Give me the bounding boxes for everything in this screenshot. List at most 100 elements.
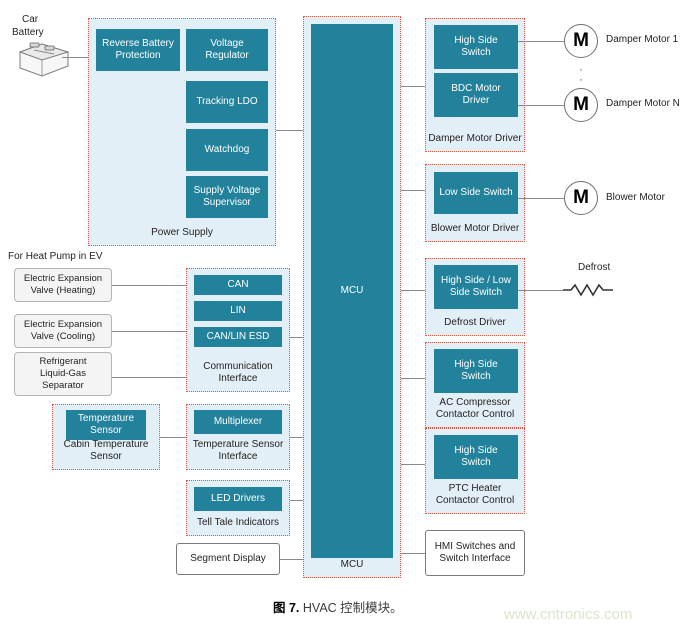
- block-tracking-ldo[interactable]: Tracking LDO: [186, 81, 268, 123]
- block-label: Low Side Switch: [439, 187, 513, 198]
- resistor-icon: [561, 281, 619, 304]
- wire-valve-cooling-to-comm: [112, 331, 186, 332]
- blower-motor-label: Blower Motor: [606, 192, 665, 203]
- block-reverse-battery-protection[interactable]: Reverse Battery Protection: [96, 29, 180, 71]
- wire-mcu-to-hmi-switches: [401, 553, 425, 554]
- panel-label-damper-motor-driver: Damper Motor Driver: [428, 133, 522, 144]
- panel-label-mcu: MCU: [340, 559, 364, 570]
- wire-mcu-to-ptc-heater: [401, 464, 425, 465]
- figure-caption: 图 7. HVAC 控制模块。: [273, 600, 403, 616]
- wire-damper-driver-to-motor-n: [518, 105, 565, 106]
- block-segment-display[interactable]: Segment Display: [176, 543, 280, 575]
- wire-defrost-driver-to-load: [518, 290, 563, 291]
- damper-motor-1-label: Damper Motor 1: [606, 34, 679, 45]
- block-label-line1: Voltage: [210, 38, 244, 49]
- motor-letter: M: [573, 94, 589, 115]
- block-can-lin-esd[interactable]: CAN/LIN ESD: [194, 327, 282, 347]
- damper-motor-n-symbol: M: [564, 88, 598, 122]
- input-refrigerant-liquid-gas-separator[interactable]: Refrigerant Liquid-Gas Separator: [14, 352, 112, 396]
- damper-motor-1-symbol: M: [564, 24, 598, 58]
- block-mcu[interactable]: MCU: [311, 24, 393, 558]
- car-battery-label-line1: Car: [22, 14, 39, 25]
- block-label-line1: High Side: [454, 359, 498, 370]
- block-supply-voltage-supervisor[interactable]: Supply Voltage Supervisor: [186, 176, 268, 218]
- block-led-drivers[interactable]: LED Drivers: [194, 487, 282, 511]
- panel-label-power-supply: Power Supply: [151, 227, 213, 238]
- block-label-line1: Temperature: [77, 413, 135, 424]
- input-label-line1: Refrigerant: [39, 356, 87, 367]
- block-label-line2: Switch: [461, 457, 491, 468]
- block-label-line1: BDC Motor: [451, 83, 501, 94]
- panel-label-temperature-sensor-interface-line1: Temperature Sensor: [192, 439, 284, 450]
- input-label-line2: Valve (Heating): [30, 285, 96, 296]
- input-label-line2: Valve (Cooling): [30, 331, 96, 342]
- panel-label-tell-tale-indicators: Tell Tale Indicators: [196, 517, 280, 528]
- ellipsis-dot-2: ·: [579, 74, 583, 86]
- watermark: www.cntronics.com: [504, 606, 633, 623]
- damper-motor-n-label: Damper Motor N: [606, 98, 680, 109]
- block-low-side-switch[interactable]: Low Side Switch: [434, 172, 518, 214]
- block-hmi-switches-and-switch-interface[interactable]: HMI Switches and Switch Interface: [425, 530, 525, 576]
- car-battery-icon: [12, 38, 74, 83]
- block-label-line2: Switch Interface: [439, 553, 511, 564]
- input-label-line2: Liquid-Gas: [40, 368, 86, 379]
- wire-mcu-to-blower-driver: [401, 190, 425, 191]
- block-label: MCU: [340, 285, 364, 296]
- block-lin[interactable]: LIN: [194, 301, 282, 321]
- block-voltage-regulator[interactable]: Voltage Regulator: [186, 29, 268, 71]
- block-label-line2: Sensor: [90, 425, 122, 436]
- panel-label-communication-interface-line1: Communication: [203, 361, 273, 372]
- input-label-line1: Electric Expansion: [23, 319, 103, 330]
- block-label-line1: Reverse Battery: [102, 38, 174, 49]
- panel-label-temperature-sensor-interface-line2: Interface: [218, 451, 258, 462]
- panel-label-ac-compressor-line2: Contactor Control: [435, 409, 515, 420]
- panel-label-ptc-heater-line1: PTC Heater: [448, 483, 502, 494]
- block-bdc-motor-driver[interactable]: BDC Motor Driver: [434, 73, 518, 117]
- wire-damper-driver-to-motor-1: [518, 41, 565, 42]
- wire-mcu-to-defrost-driver: [401, 290, 425, 291]
- block-temperature-sensor[interactable]: Temperature Sensor: [66, 410, 146, 440]
- block-label: LED Drivers: [211, 493, 265, 504]
- block-can[interactable]: CAN: [194, 275, 282, 295]
- wire-blower-driver-to-motor: [518, 198, 565, 199]
- block-label: LIN: [230, 305, 246, 316]
- figure-caption-text: HVAC 控制模块。: [302, 601, 403, 615]
- panel-label-cabin-temperature-sensor-line2: Sensor: [90, 451, 122, 462]
- input-electric-expansion-valve-heating[interactable]: Electric Expansion Valve (Heating): [14, 268, 112, 302]
- panel-label-cabin-temperature-sensor-line1: Cabin Temperature: [63, 439, 149, 450]
- wire-separator-to-comm: [112, 377, 186, 378]
- block-label-line1: High Side: [454, 445, 498, 456]
- input-label-line1: Electric Expansion: [23, 273, 103, 284]
- wire-mcu-to-ac-compressor: [401, 378, 425, 379]
- motor-letter: M: [573, 187, 589, 208]
- block-label-line1: Supply Voltage: [193, 185, 261, 196]
- block-label-line2: Switch: [461, 47, 491, 58]
- block-label: Watchdog: [204, 144, 250, 155]
- block-label-line2: Switch: [461, 371, 491, 382]
- block-label-line2: Supervisor: [203, 197, 251, 208]
- block-label-line2: Regulator: [205, 50, 249, 61]
- block-label: Segment Display: [190, 553, 266, 564]
- block-multiplexer[interactable]: Multiplexer: [194, 410, 282, 434]
- block-damper-high-side-switch[interactable]: High Side Switch: [434, 25, 518, 69]
- block-watchdog[interactable]: Watchdog: [186, 129, 268, 171]
- block-ac-compressor-high-side-switch[interactable]: High Side Switch: [434, 349, 518, 393]
- wire-valve-heating-to-comm: [112, 285, 186, 286]
- block-label: Multiplexer: [213, 416, 263, 427]
- block-ptc-heater-high-side-switch[interactable]: High Side Switch: [434, 435, 518, 479]
- hvac-block-diagram: Car Battery Power Supply Reverse Battery…: [0, 0, 698, 634]
- wire-mcu-to-damper-driver: [401, 86, 425, 87]
- input-label-line3: Separator: [42, 380, 84, 391]
- heat-pump-note: For Heat Pump in EV: [8, 251, 103, 262]
- block-label-line1: High Side / Low: [440, 275, 512, 286]
- block-label-line1: HMI Switches and: [434, 541, 516, 552]
- block-label-line2: Protection: [115, 50, 161, 61]
- input-electric-expansion-valve-cooling[interactable]: Electric Expansion Valve (Cooling): [14, 314, 112, 348]
- panel-label-ac-compressor-line1: AC Compressor: [439, 397, 511, 408]
- panel-label-blower-motor-driver: Blower Motor Driver: [430, 223, 520, 234]
- panel-label-defrost-driver: Defrost Driver: [444, 317, 506, 328]
- panel-label-ptc-heater-line2: Contactor Control: [435, 495, 515, 506]
- block-label-line2: Driver: [462, 95, 490, 106]
- block-defrost-high-low-side-switch[interactable]: High Side / Low Side Switch: [434, 265, 518, 309]
- block-label-line1: High Side: [454, 35, 498, 46]
